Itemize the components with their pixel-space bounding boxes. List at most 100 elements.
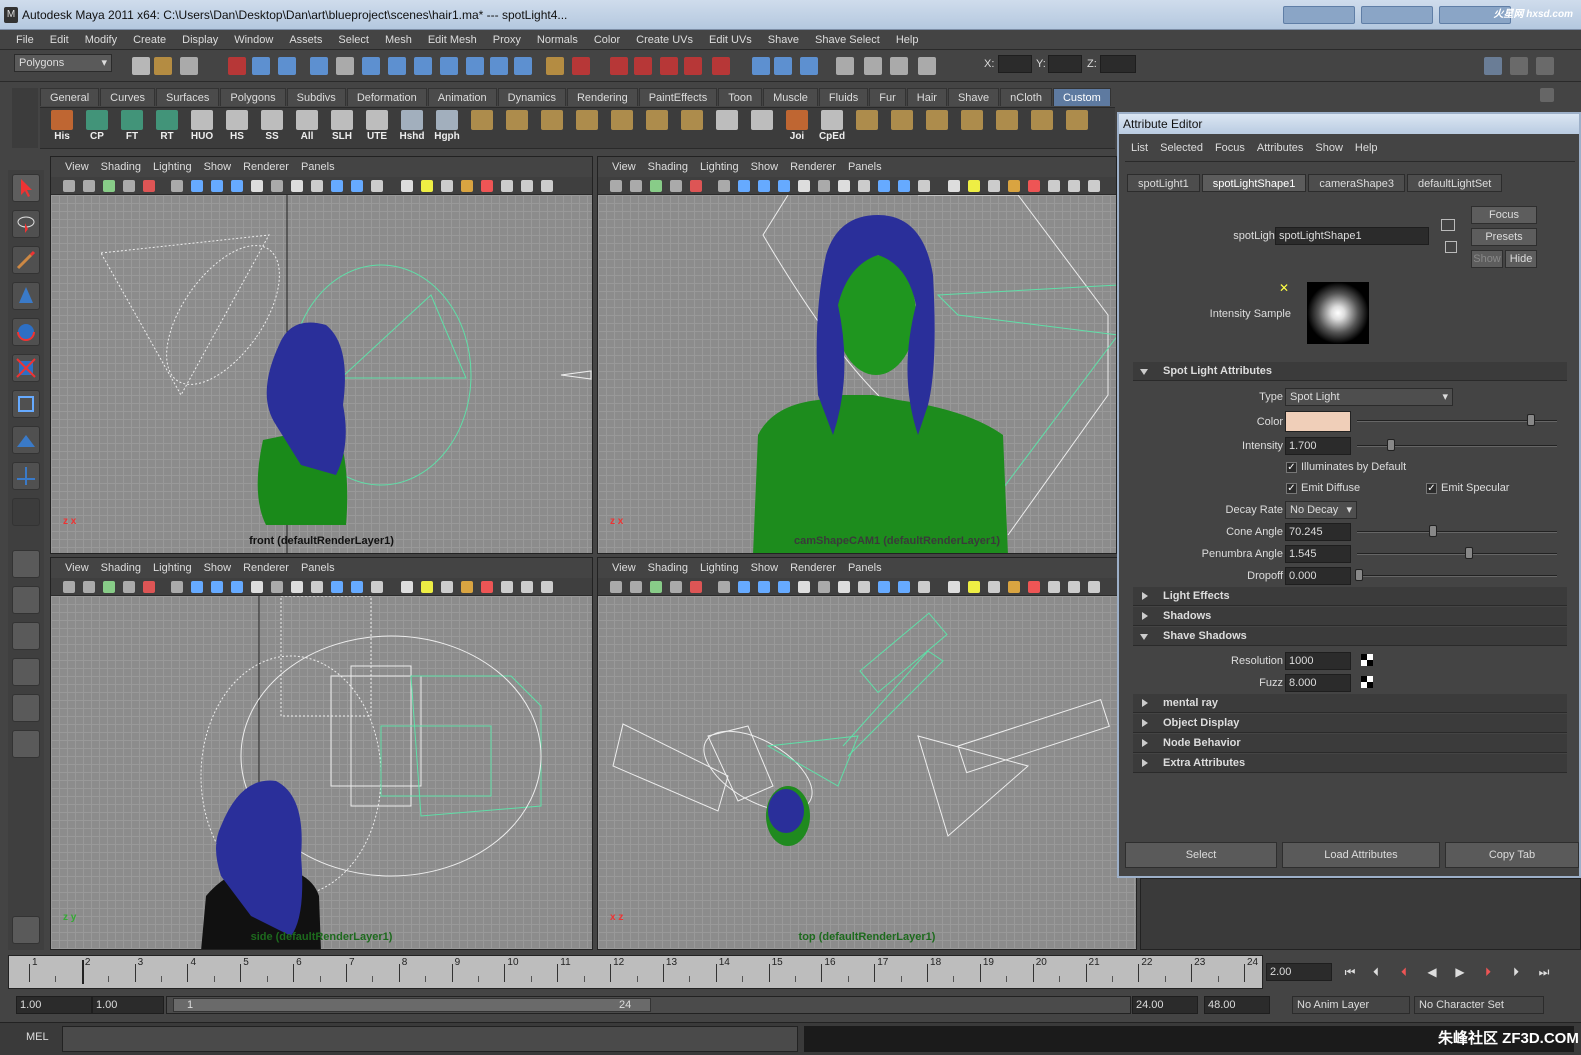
viewport-tool-icon[interactable]	[758, 581, 770, 593]
viewport-tool-icon[interactable]	[988, 180, 1000, 192]
viewport-tool-icon[interactable]	[83, 180, 95, 192]
viewport-tool-icon[interactable]	[988, 581, 1000, 593]
status-tool-icon[interactable]	[890, 57, 908, 75]
shelf-tab-custom[interactable]: Custom	[1052, 88, 1111, 106]
viewport-tool-icon[interactable]	[1088, 180, 1100, 192]
viewport-menu-panels[interactable]: Panels	[295, 562, 341, 574]
viewport-menu-lighting[interactable]: Lighting	[694, 562, 745, 574]
status-tool-icon[interactable]	[864, 57, 882, 75]
status-tool-icon[interactable]	[440, 57, 458, 75]
title-bar-button[interactable]	[1361, 6, 1433, 24]
shelf-button[interactable]	[886, 110, 918, 148]
channel-box-toggle-icon[interactable]	[1536, 57, 1554, 75]
z-field[interactable]	[1100, 55, 1136, 73]
viewport-menu-view[interactable]: View	[59, 161, 95, 173]
menu-modify[interactable]: Modify	[77, 34, 125, 46]
shelf-tab-surfaces[interactable]: Surfaces	[155, 88, 220, 106]
viewport-tool-icon[interactable]	[690, 180, 702, 192]
status-tool-icon[interactable]	[278, 57, 296, 75]
status-tool-icon[interactable]	[712, 57, 730, 75]
move-tool-icon[interactable]	[12, 282, 40, 310]
viewport-tool-icon[interactable]	[630, 180, 642, 192]
viewport-tool-icon[interactable]	[501, 581, 513, 593]
viewport-tool-icon[interactable]	[63, 581, 75, 593]
ae-tab-cameraShape3[interactable]: cameraShape3	[1308, 174, 1405, 192]
status-tool-icon[interactable]	[774, 57, 792, 75]
viewport-menu-renderer[interactable]: Renderer	[237, 562, 295, 574]
dropoff-field[interactable]: 0.000	[1285, 567, 1351, 585]
viewport-tool-icon[interactable]	[878, 180, 890, 192]
viewport-tool-icon[interactable]	[271, 180, 283, 192]
shadows-section[interactable]: Shadows	[1133, 607, 1567, 626]
paint-select-icon[interactable]	[12, 246, 40, 274]
time-slider[interactable]: 1 2 3 4 5 6 7 8 9 10 11 12 13 14 15 16 17 18 19 20 21 22 23 24	[8, 955, 1263, 989]
viewport-tool-icon[interactable]	[541, 180, 553, 192]
viewport-tool-icon[interactable]	[1028, 581, 1040, 593]
status-tool-icon[interactable]	[154, 57, 172, 75]
shelf-button[interactable]: Hgph	[431, 110, 463, 148]
viewport-tool-icon[interactable]	[610, 581, 622, 593]
viewport-menu-show[interactable]: Show	[198, 161, 238, 173]
intensity-slider-handle[interactable]	[1387, 439, 1395, 451]
viewport-tool-icon[interactable]	[918, 581, 930, 593]
viewport-tool-icon[interactable]	[143, 581, 155, 593]
status-tool-icon[interactable]	[310, 57, 328, 75]
shelf-button[interactable]: SLH	[326, 110, 358, 148]
ae-tab-spotLight1[interactable]: spotLight1	[1127, 174, 1200, 192]
emit-specular-checkbox[interactable]: ✓	[1426, 483, 1437, 494]
status-tool-icon[interactable]	[252, 57, 270, 75]
viewport-tool-icon[interactable]	[291, 180, 303, 192]
viewport-tool-icon[interactable]	[670, 180, 682, 192]
viewport-tool-icon[interactable]	[1068, 581, 1080, 593]
dropoff-slider-handle[interactable]	[1355, 569, 1363, 581]
viewport-tool-icon[interactable]	[481, 581, 493, 593]
end-time-field[interactable]: 48.00	[1204, 996, 1270, 1014]
last-tool-icon[interactable]	[12, 498, 40, 526]
select-tool-icon[interactable]	[12, 174, 40, 202]
viewport-tool-icon[interactable]	[143, 180, 155, 192]
playback-start-field[interactable]: 1.00	[92, 996, 164, 1014]
anim-layer-dropdown[interactable]: No Anim Layer	[1292, 996, 1410, 1014]
viewport-tool-icon[interactable]	[351, 180, 363, 192]
status-tool-icon[interactable]	[660, 57, 678, 75]
viewport-tool-icon[interactable]	[63, 180, 75, 192]
viewport-tool-icon[interactable]	[291, 581, 303, 593]
go-to-end-icon[interactable]: ⏭	[1534, 965, 1554, 981]
status-tool-icon[interactable]	[388, 57, 406, 75]
viewport-canvas[interactable]: x z top (defaultRenderLayer1)	[598, 596, 1136, 949]
render-view-icon[interactable]	[12, 916, 40, 944]
ae-tab-spotLightShape1[interactable]: spotLightShape1	[1201, 174, 1307, 192]
range-handle[interactable]	[173, 998, 651, 1012]
viewport-tool-icon[interactable]	[461, 581, 473, 593]
viewport-tool-icon[interactable]	[401, 581, 413, 593]
viewport-menu-show[interactable]: Show	[745, 161, 785, 173]
shelf-tab-fur[interactable]: Fur	[869, 88, 906, 106]
shelf-button[interactable]	[711, 110, 743, 148]
shelf-tab-deformation[interactable]: Deformation	[346, 88, 427, 106]
viewport-canvas[interactable]: z y side (defaultRenderLayer1)	[51, 596, 592, 949]
type-dropdown[interactable]: Spot Light ▾	[1285, 388, 1453, 406]
tool-settings-toggle-icon[interactable]	[1510, 57, 1528, 75]
menu-set-dropdown[interactable]: Polygons ▾	[14, 54, 112, 72]
shelf-button[interactable]: SS	[256, 110, 288, 148]
viewport-top[interactable]: View Shading Lighting Show Renderer Panels x …	[597, 557, 1137, 950]
shelf-button[interactable]	[746, 110, 778, 148]
viewport-menu-lighting[interactable]: Lighting	[147, 562, 198, 574]
viewport-menu-view[interactable]: View	[606, 562, 642, 574]
viewport-tool-icon[interactable]	[311, 180, 323, 192]
input-connection-icon[interactable]	[1441, 219, 1455, 231]
go-to-start-icon[interactable]: ⏮	[1340, 965, 1360, 981]
layout-graph-icon[interactable]	[12, 658, 40, 686]
status-tool-icon[interactable]	[752, 57, 770, 75]
play-backwards-icon[interactable]: ◀	[1422, 965, 1442, 981]
color-slider-handle[interactable]	[1527, 414, 1535, 426]
viewport-tool-icon[interactable]	[331, 581, 343, 593]
cone-angle-slider[interactable]	[1357, 531, 1557, 533]
viewport-tool-icon[interactable]	[401, 180, 413, 192]
show-manipulator-icon[interactable]	[12, 462, 40, 490]
menu-mesh[interactable]: Mesh	[377, 34, 420, 46]
shelf-tab-rendering[interactable]: Rendering	[566, 88, 638, 106]
status-tool-icon[interactable]	[610, 57, 628, 75]
viewport-tool-icon[interactable]	[251, 180, 263, 192]
layout-single-icon[interactable]	[12, 550, 40, 578]
